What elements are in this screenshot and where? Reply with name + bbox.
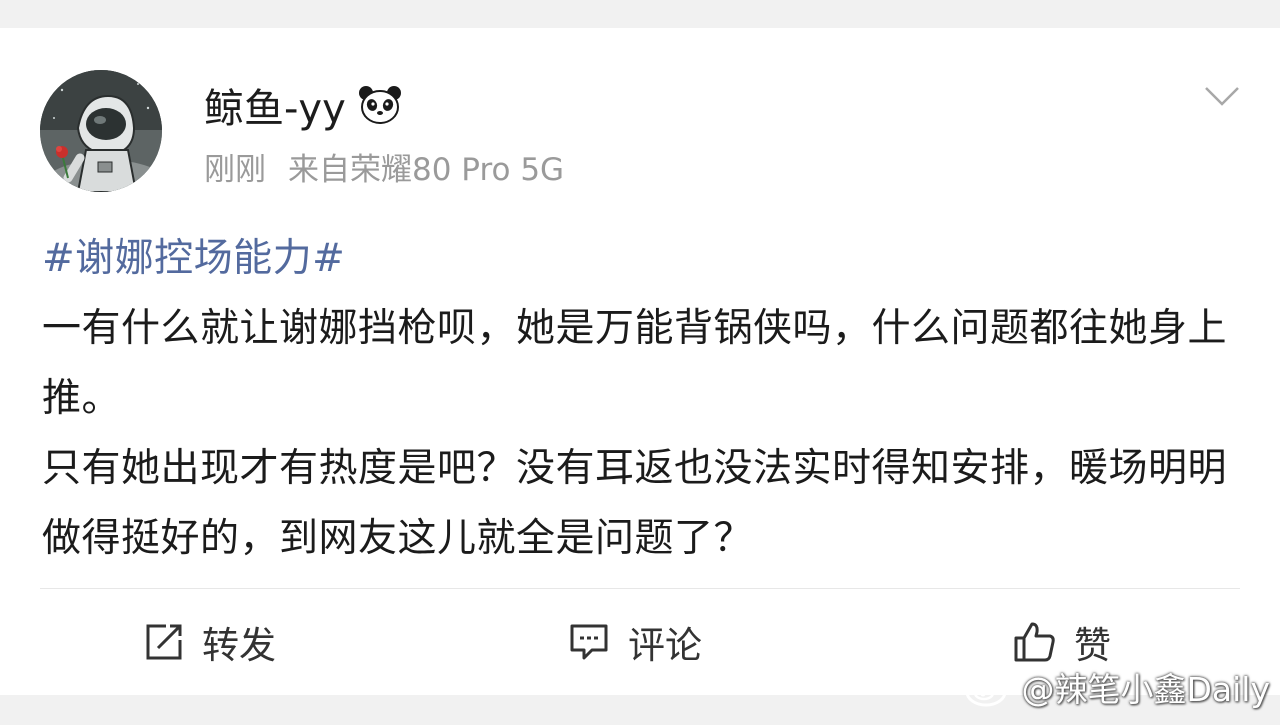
chevron-down-icon[interactable]	[1204, 84, 1240, 108]
watermark-text: @辣笔小鑫Daily	[1021, 670, 1271, 709]
watermark: @辣笔小鑫Daily	[964, 663, 1271, 711]
repost-button[interactable]: 转发	[144, 616, 276, 668]
action-bar: 转发 评论 赞	[0, 616, 1280, 668]
post-paragraph: 一有什么就让谢娜挡枪呗，她是万能背锅侠吗，什么问题都往她身上推。	[42, 306, 1228, 421]
post-meta: 刚刚 来自 荣耀80 Pro 5G	[204, 144, 564, 188]
author-row: 鲸鱼-yy	[204, 78, 402, 132]
repost-label: 转发	[202, 624, 276, 667]
author-name[interactable]: 鲸鱼-yy	[204, 76, 346, 134]
comment-button[interactable]: 评论	[568, 616, 702, 668]
thumbs-up-icon	[1014, 622, 1055, 662]
source-prefix: 来自	[288, 151, 350, 188]
post-card: 鲸鱼-yy 刚刚 来自 荣耀80 Pro 5G #谢娜控场能力# 一有什么就让谢…	[0, 28, 1280, 695]
weibo-logo-icon	[965, 670, 1012, 707]
astronaut-avatar-icon	[40, 70, 162, 192]
repost-icon	[146, 624, 182, 660]
comment-icon	[570, 624, 608, 660]
divider	[40, 588, 1240, 589]
avatar[interactable]	[40, 70, 162, 192]
hashtag-link[interactable]: #谢娜控场能力#	[42, 224, 1242, 294]
post-body: #谢娜控场能力# 一有什么就让谢娜挡枪呗，她是万能背锅侠吗，什么问题都往她身上推…	[42, 224, 1242, 574]
post-time: 刚刚	[204, 151, 266, 188]
source-device: 荣耀80 Pro 5G	[350, 151, 565, 188]
comment-label: 评论	[628, 624, 702, 667]
post-paragraph: 只有她出现才有热度是吧？没有耳返也没法实时得知安排，暖场明明做得挺好的，到网友这…	[42, 446, 1228, 561]
like-label: 赞	[1074, 624, 1111, 667]
panda-icon	[358, 86, 401, 124]
like-button[interactable]: 赞	[1012, 616, 1111, 668]
